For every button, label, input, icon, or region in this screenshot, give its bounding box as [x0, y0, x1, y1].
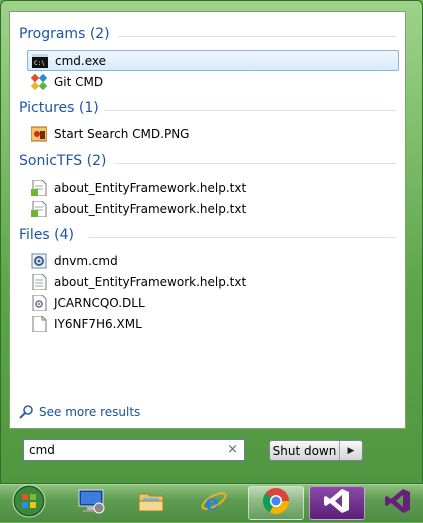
- blank-file-icon: [31, 315, 47, 332]
- result-label: IY6NF7H6.XML: [54, 316, 142, 331]
- result-item-jcarncqo-dll[interactable]: JCARNCQO.DLL: [27, 292, 399, 313]
- search-results-panel: Programs (2) C:\ cmd.exe Git CMD Picture…: [9, 11, 406, 429]
- ie-icon: e: [199, 486, 229, 520]
- taskbar-visual-studio-1[interactable]: [309, 486, 365, 520]
- shutdown-button[interactable]: Shut down: [270, 441, 340, 460]
- see-more-label: See more results: [39, 405, 141, 419]
- group-title-sonictfs[interactable]: SonicTFS (2): [19, 153, 106, 169]
- visual-studio-icon: [322, 486, 352, 520]
- result-label: cmd.exe: [55, 53, 107, 68]
- shutdown-button-group: Shut down ▶: [269, 440, 363, 461]
- text-file-icon: [31, 179, 47, 196]
- result-label: about_EntityFramework.help.txt: [54, 201, 247, 216]
- taskbar-visual-studio-2[interactable]: [370, 486, 423, 520]
- magnifier-icon: [19, 404, 35, 420]
- result-label: Git CMD: [54, 74, 104, 89]
- result-item-cmd-exe[interactable]: C:\ cmd.exe: [27, 50, 399, 71]
- shutdown-options-arrow-icon[interactable]: ▶: [340, 441, 362, 460]
- cmd-icon: C:\: [32, 53, 48, 69]
- result-item-start-search-png[interactable]: Start Search CMD.PNG: [27, 123, 399, 144]
- search-input[interactable]: [24, 441, 224, 459]
- result-item-iy6nf7h6-xml[interactable]: IY6NF7H6.XML: [27, 313, 399, 334]
- result-item-ef-help-1[interactable]: about_EntityFramework.help.txt: [27, 177, 399, 198]
- taskbar-chrome[interactable]: [248, 486, 304, 520]
- result-label: about_EntityFramework.help.txt: [54, 180, 247, 195]
- text-file-icon: [31, 200, 47, 217]
- result-item-ef-help-3[interactable]: about_EntityFramework.help.txt: [27, 271, 399, 292]
- windows-logo-icon: [11, 483, 47, 523]
- folder-icon: [136, 486, 166, 520]
- see-more-results-link[interactable]: See more results: [19, 404, 140, 420]
- start-button[interactable]: [2, 483, 56, 523]
- result-item-dnvm-cmd[interactable]: dnvm.cmd: [27, 250, 399, 271]
- result-label: JCARNCQO.DLL: [54, 295, 145, 310]
- clear-search-icon[interactable]: ×: [227, 442, 238, 457]
- divider: [118, 36, 396, 37]
- search-box[interactable]: ×: [23, 439, 245, 461]
- group-title-files[interactable]: Files (4): [19, 227, 74, 243]
- chrome-icon: [261, 486, 291, 520]
- divider: [115, 163, 396, 164]
- taskbar: e: [0, 484, 423, 522]
- image-file-icon: [31, 126, 47, 142]
- svg-text:e: e: [205, 490, 219, 516]
- taskbar-remote-desktop[interactable]: [63, 486, 119, 520]
- group-title-pictures[interactable]: Pictures (1): [19, 100, 99, 116]
- taskbar-internet-explorer[interactable]: e: [186, 486, 242, 520]
- divider: [88, 237, 396, 238]
- divider: [104, 110, 396, 111]
- result-item-ef-help-2[interactable]: about_EntityFramework.help.txt: [27, 198, 399, 219]
- svg-text:C:\: C:\: [34, 60, 45, 67]
- taskbar-file-explorer[interactable]: [123, 486, 179, 520]
- dll-file-icon: [31, 294, 47, 311]
- start-menu: Programs (2) C:\ cmd.exe Git CMD Picture…: [0, 0, 423, 484]
- remote-desktop-icon: [76, 486, 106, 520]
- result-label: Start Search CMD.PNG: [54, 126, 190, 141]
- script-file-icon: [31, 253, 47, 269]
- group-title-programs[interactable]: Programs (2): [19, 26, 110, 42]
- result-label: dnvm.cmd: [54, 253, 118, 268]
- text-file-icon: [31, 273, 47, 290]
- result-label: about_EntityFramework.help.txt: [54, 274, 247, 289]
- result-item-git-cmd[interactable]: Git CMD: [27, 71, 399, 92]
- git-icon: [31, 73, 47, 90]
- visual-studio-icon: [383, 486, 413, 520]
